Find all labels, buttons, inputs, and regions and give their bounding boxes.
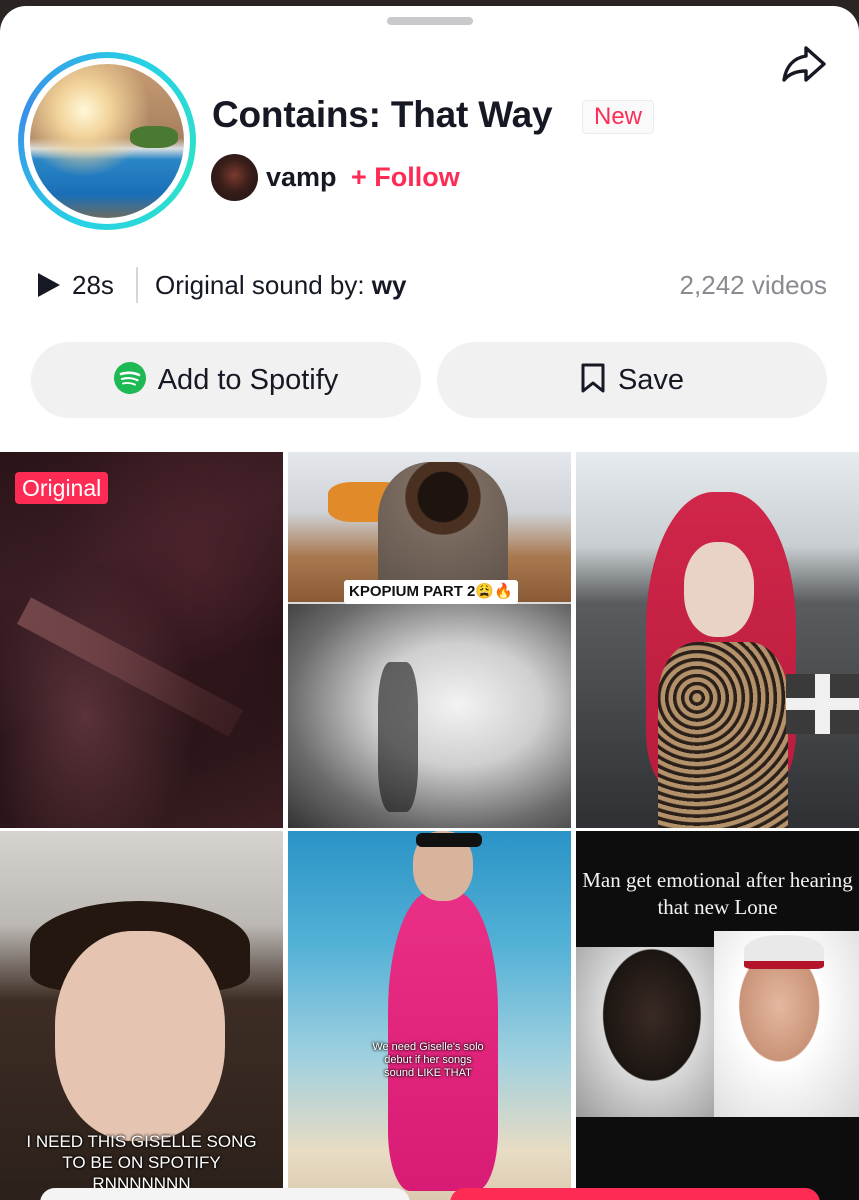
creator-name[interactable]: vamp	[266, 162, 337, 193]
original-sound-author[interactable]: wy	[372, 270, 407, 300]
sheet-grabber[interactable]	[387, 17, 473, 25]
thumbnail-detail	[684, 542, 754, 637]
video-tile[interactable]: We need Giselle's solo debut if her song…	[288, 831, 571, 1200]
share-icon[interactable]	[778, 40, 830, 88]
save-label: Save	[617, 363, 685, 396]
thumbnail-detail	[658, 642, 788, 828]
thumbnail-detail	[786, 674, 859, 734]
follow-button[interactable]: + Follow	[351, 162, 460, 193]
save-button[interactable]: Save	[437, 342, 827, 418]
video-tile[interactable]: I NEED THIS GISELLE SONG TO BE ON SPOTIF…	[0, 831, 283, 1200]
original-sound-prefix: Original sound by:	[155, 270, 365, 300]
video-tile[interactable]: Man get emotional after hearing that new…	[576, 831, 859, 1200]
spotify-label: Add to Spotify	[157, 363, 339, 396]
original-sound-label[interactable]: Original sound by: wy	[155, 270, 406, 301]
video-caption: KPOPIUM PART 2😩🔥	[344, 580, 518, 604]
bottom-secondary-button[interactable]	[40, 1188, 410, 1200]
spotify-icon	[113, 361, 146, 399]
add-to-spotify-button[interactable]: Add to Spotify	[31, 342, 421, 418]
video-caption: Man get emotional after hearing that new…	[582, 868, 853, 919]
video-tile[interactable]	[0, 452, 283, 828]
thumbnail-detail	[416, 833, 482, 847]
thumbnail-detail	[288, 604, 571, 828]
sound-duration[interactable]: 28s	[72, 270, 114, 301]
divider	[136, 267, 138, 303]
cover-image	[30, 64, 184, 218]
thumbnail-detail	[744, 935, 824, 969]
video-caption: I NEED THIS GISELLE SONG TO BE ON SPOTIF…	[26, 1132, 257, 1193]
video-tile[interactable]: KPOPIUM PART 2😩🔥	[288, 452, 571, 828]
thumbnail-detail	[55, 931, 225, 1141]
bookmark-icon	[580, 362, 606, 399]
play-icon[interactable]	[36, 271, 62, 299]
video-grid: KPOPIUM PART 2😩🔥 I NEED THIS GISELLE SON…	[0, 447, 859, 1200]
sound-cover[interactable]	[18, 52, 196, 230]
new-badge: New	[582, 100, 655, 134]
thumbnail-detail	[378, 662, 418, 812]
bottom-primary-button[interactable]	[450, 1188, 820, 1200]
creator-avatar[interactable]	[211, 154, 258, 201]
video-tile[interactable]	[576, 452, 859, 828]
video-count: 2,242 videos	[679, 270, 827, 300]
video-caption: We need Giselle's solo debut if her song…	[372, 1041, 484, 1079]
original-badge: Original	[15, 472, 109, 504]
thumbnail-detail	[576, 947, 714, 1117]
sound-title: Contains: That Way	[212, 94, 553, 135]
